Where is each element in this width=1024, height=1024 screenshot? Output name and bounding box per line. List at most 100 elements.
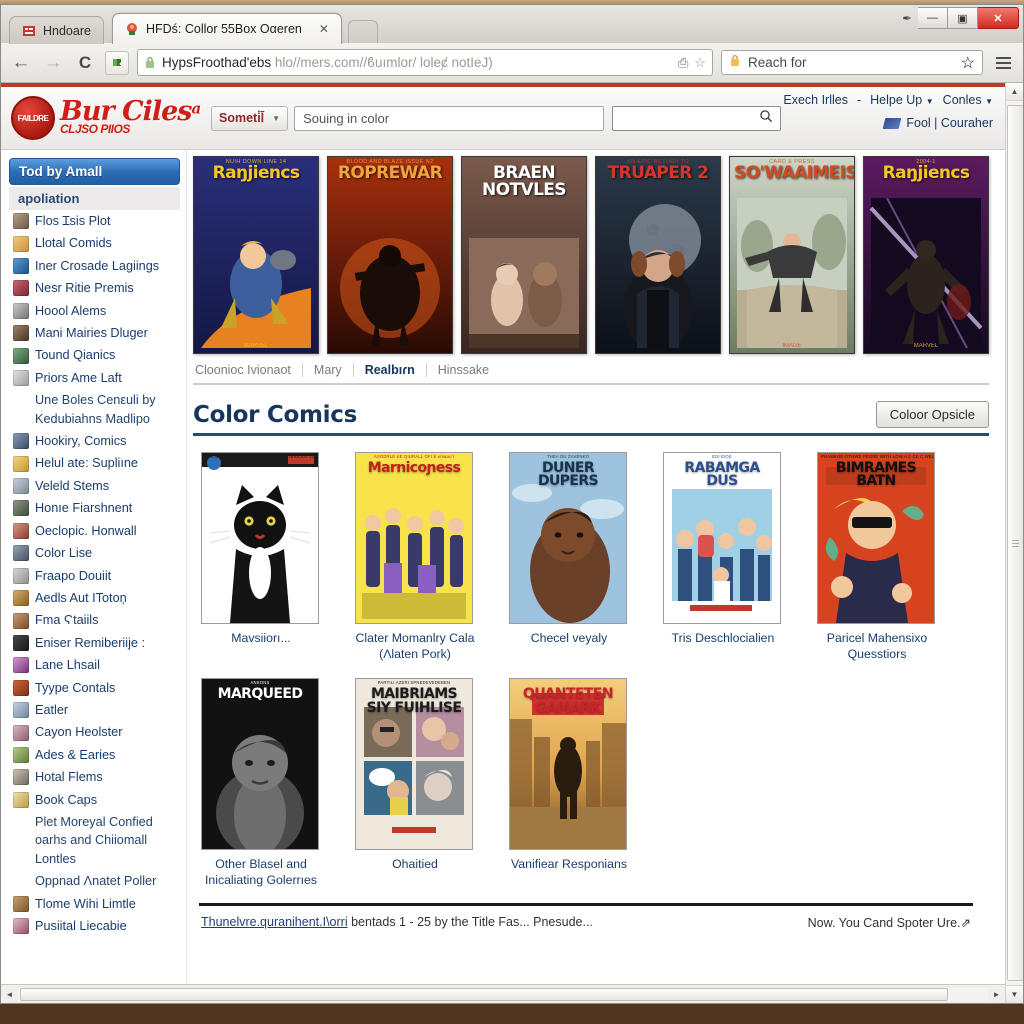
subnav-item-3[interactable]: Hinssake — [427, 363, 500, 377]
vscroll-track[interactable] — [1006, 101, 1023, 985]
sidebar-item-thumbnail — [13, 791, 29, 808]
maximize-button[interactable]: ▣ — [948, 7, 978, 29]
account-link[interactable]: Fool | Couraher — [783, 116, 993, 130]
hamburger-icon[interactable] — [991, 51, 1015, 75]
vscroll-up-arrow-icon[interactable]: ▲ — [1006, 83, 1023, 101]
sidebar-item-10[interactable]: Helul ate: Supliıne — [9, 452, 180, 474]
sidebar-item-5[interactable]: Mani Mairies Dluger — [9, 322, 180, 344]
comic-cover-thumbnail[interactable]: THE BLACK CAT2 NUMBER 1 — A MYSTERIOUS J… — [201, 452, 319, 624]
carousel-cover-2[interactable]: BRAEN NOTVLES — [461, 156, 587, 354]
footer-right: Now. You Cand Spoter Ure.⇗ — [807, 915, 971, 930]
sidebar-item-8[interactable]: Une Boles Cenεuli by Kedubiahns Madlipo — [9, 389, 180, 430]
bookmark-star-icon[interactable]: ☆ — [694, 55, 706, 71]
minimize-button[interactable]: — — [918, 7, 948, 29]
vscroll-down-arrow-icon[interactable]: ▼ — [1006, 985, 1023, 1003]
sidebar-item-27[interactable]: Oppnad Ʌnatet Poller — [9, 870, 180, 892]
sidebar-item-0[interactable]: Flos Ɪsis Plot — [9, 210, 180, 232]
carousel-cover-0[interactable]: NUIH DOWN LINE 14 Raŋjiencs MARVEL — [193, 156, 319, 354]
sidebar-item-14[interactable]: Color Lise — [9, 542, 180, 564]
carousel-cover-4[interactable]: CARD & PRESS SO'WAAIMEIS IMAGE — [729, 156, 855, 354]
comic-card-3[interactable]: EDI EIOE RABAMGA DUS Tris Deschlocialien — [663, 452, 783, 662]
new-tab-button[interactable] — [347, 20, 378, 43]
sidebar-item-28[interactable]: Tlome Wihi Limtle — [9, 893, 180, 915]
reload-icon[interactable]: C — [73, 51, 97, 75]
vscroll-thumb[interactable] — [1007, 105, 1023, 981]
comic-cover-thumbnail[interactable]: QUANTETEN GAMARK — [509, 678, 627, 851]
sidebar-item-25[interactable]: Book Caps — [9, 789, 180, 811]
hscroll-track[interactable] — [18, 987, 988, 1001]
comic-card-4[interactable]: PHAMKOE-OTHWE PEORE WITH LOW A E CE C WE… — [817, 452, 937, 662]
sidebar-item-15[interactable]: Fraapo Douiit — [9, 565, 180, 587]
sidebar-item-16[interactable]: Aedls Aut ITotoņ — [9, 587, 180, 609]
sidebar-item-4[interactable]: Hoool Alems — [9, 300, 180, 322]
sidebar-item-23[interactable]: Ades & Earies — [9, 744, 180, 766]
sidebar-item-17[interactable]: Fma Ϛtaiils — [9, 609, 180, 631]
header-link-2[interactable]: Helpe Up ▼ — [870, 93, 934, 107]
hscroll-right-arrow-icon[interactable]: ► — [988, 986, 1005, 1002]
sidebar-subheader: apoliation — [9, 187, 180, 210]
close-button[interactable]: ✕ — [978, 7, 1019, 29]
comic-cover-thumbnail[interactable]: ANSONS MARQUEED — [201, 678, 319, 851]
sidebar-item-1[interactable]: Llotal Comids — [9, 232, 180, 254]
subnav-item-1[interactable]: Mary — [303, 363, 354, 377]
window-extra-icon[interactable]: ✒ — [896, 9, 918, 27]
header-right: Exech Irlles - Helpe Up ▼ Conles ▼ Fool … — [783, 93, 993, 130]
vertical-scrollbar[interactable]: ▲ ▼ — [1005, 83, 1023, 1003]
category-select[interactable]: Someti̇l̄ ▼ — [211, 105, 289, 131]
comic-card-0[interactable]: THE BLACK CAT2 NUMBER 1 — A MYSTERIOUS J… — [201, 452, 321, 662]
comic-cover-thumbnail[interactable]: THEA OU ZAVENKO DUNER DUPERS — [509, 452, 627, 624]
subnav-item-2[interactable]: Realbıɾn — [354, 363, 427, 377]
sidebar-item-12[interactable]: Honıe Fiarshnent — [9, 497, 180, 519]
sidebar-item-21[interactable]: Eatler — [9, 699, 180, 721]
footer-link[interactable]: Thunelvre.quranihent.Ι\orri — [201, 915, 348, 929]
header-link-3[interactable]: Conles ▼ — [943, 93, 993, 107]
comic-cover-thumbnail[interactable]: PARTILI AZERI SPNEDEVEDEBEN MAIΒRIAMS SIY… — [355, 678, 473, 851]
sidebar-item-19[interactable]: Lane Lhsail — [9, 654, 180, 676]
forward-icon[interactable]: → — [41, 51, 65, 75]
carousel-cover-5[interactable]: 2004-1 Raŋjiencs MARVEL — [863, 156, 989, 354]
colour-opsicle-button[interactable]: Coloor Opsicle — [875, 401, 989, 428]
hscroll-left-arrow-icon[interactable]: ◄ — [1, 986, 18, 1002]
carousel-cover-title: TRUAPER 2 — [607, 163, 709, 183]
sidebar-item-22[interactable]: Cayon Heolster — [9, 721, 180, 743]
sidebar-item-29[interactable]: Pusiital Liecabie — [9, 915, 180, 937]
carousel-cover-art — [194, 218, 318, 353]
comic-card-7[interactable]: QUANTETEN GAMARK Vanifiear Responians — [509, 678, 629, 888]
sidebar-item-9[interactable]: Hookiry, Comics — [9, 430, 180, 452]
address-bar[interactable]: HypsFroothad'ebs hlo//mers.com//ϐuımlor/… — [137, 49, 713, 76]
print-icon[interactable]: ⎙ — [678, 55, 688, 71]
sidebar-item-18[interactable]: Eniser Remiberiije : — [9, 632, 180, 654]
carousel-cover-1[interactable]: BLOOD AND BLAZE ISSUE N2 ROPREWAR — [327, 156, 453, 354]
sidebar-item-24[interactable]: Hotal Flems — [9, 766, 180, 788]
comic-cover-thumbnail[interactable]: EDI EIOE RABAMGA DUS — [663, 452, 781, 624]
comic-card-2[interactable]: THEA OU ZAVENKO DUNER DUPERS Checel veyaly — [509, 452, 629, 662]
search-star-icon[interactable]: ☆ — [961, 53, 975, 73]
puzzle-icon[interactable] — [105, 50, 129, 75]
comic-cover-thumbnail[interactable]: ASODRLE KE QIURALL OFI E emaaoʼt Marnicoɲ… — [355, 452, 473, 624]
browser-tab-1[interactable]: Hndoare — [9, 16, 104, 44]
sidebar-item-11[interactable]: Veleld Stems — [9, 475, 180, 497]
site-logo[interactable]: FAILDRE Bur Cilesa CLJSO PIIOS — [11, 96, 211, 140]
comic-cover-thumbnail[interactable]: PHAMKOE-OTHWE PEORE WITH LOW A E CE C WE… — [817, 452, 935, 624]
carousel-cover-3[interactable]: AN EPIC RETURN TO TRUAPER 2 — [595, 156, 721, 354]
sidebar-item-6[interactable]: Tound Qianics — [9, 344, 180, 366]
tab-close-icon[interactable]: ✕ — [319, 22, 329, 36]
subnav-item-0[interactable]: Cloonioc Ivionaot — [193, 363, 303, 377]
secondary-search-input[interactable] — [612, 105, 782, 131]
sidebar-item-2[interactable]: Iner Crosade Lagiings — [9, 255, 180, 277]
comic-card-6[interactable]: PARTILI AZERI SPNEDEVEDEBEN MAIΒRIAMS SIY… — [355, 678, 475, 888]
sidebar-item-20[interactable]: Tyype Contals — [9, 677, 180, 699]
site-search-input[interactable]: Souing in color — [294, 105, 605, 131]
sidebar-item-13[interactable]: Oeclopic. Honwall — [9, 520, 180, 542]
header-link-0[interactable]: Exech Irlles — [783, 93, 848, 107]
hscroll-thumb[interactable] — [20, 987, 948, 1001]
comic-card-5[interactable]: ANSONS MARQUEED Other Blasel and Inicaliat… — [201, 678, 321, 888]
sidebar-item-26[interactable]: Plet Moreyal Confied oarhs and Chiiomall… — [9, 811, 180, 870]
comic-card-1[interactable]: ASODRLE KE QIURALL OFI E emaaoʼt Marnicoɲ… — [355, 452, 475, 662]
browser-tab-2[interactable]: HFDś: Collor 55Box Oαeren ✕ — [111, 13, 342, 44]
back-icon[interactable]: ← — [9, 51, 33, 75]
horizontal-scrollbar[interactable]: ◄ ► — [1, 984, 1005, 1003]
sidebar-item-3[interactable]: Nesr Ritie Premis — [9, 277, 180, 299]
sidebar-item-7[interactable]: Priors Ame Laft — [9, 367, 180, 389]
browser-search-box[interactable]: Reach for ☆ — [721, 50, 983, 75]
